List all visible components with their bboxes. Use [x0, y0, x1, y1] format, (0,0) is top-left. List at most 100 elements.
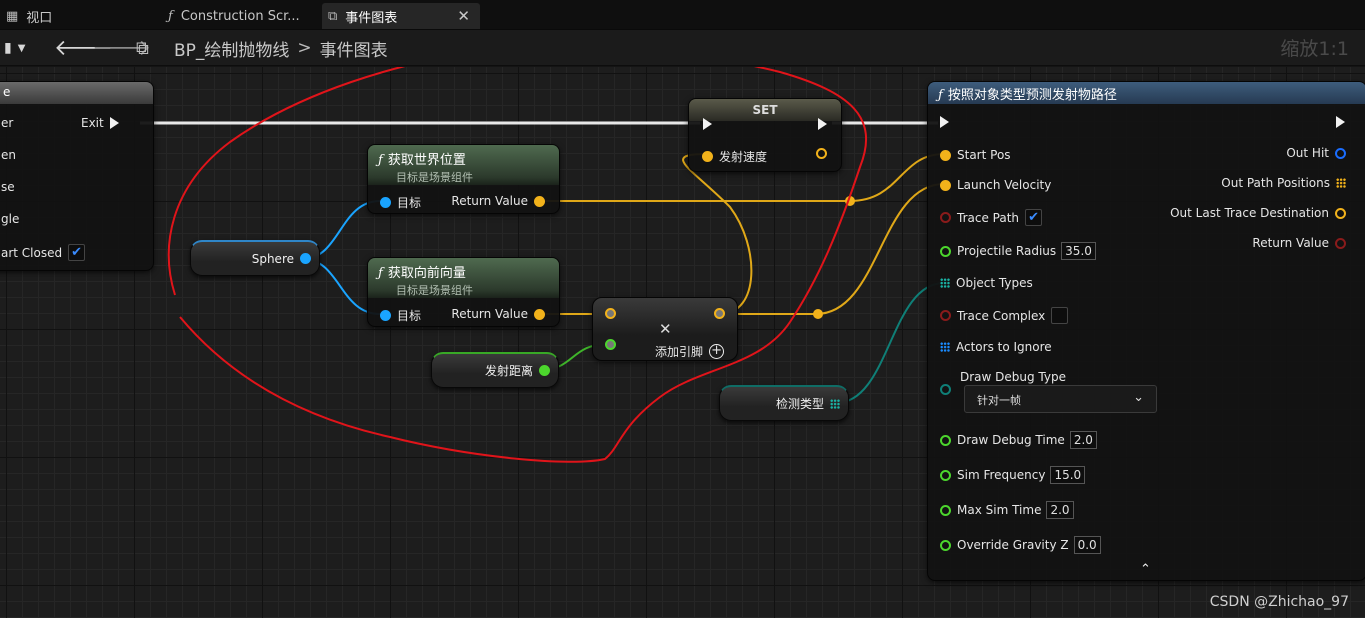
return-value-pin[interactable]: Return Value [451, 194, 545, 208]
sim-frequency-pin[interactable]: Sim Frequency 15.0 [940, 466, 1086, 484]
bookmark-dropdown-button[interactable]: ▮ ▼ [4, 36, 25, 60]
object-types-pin[interactable]: Object Types [940, 276, 1033, 290]
set-variable-node[interactable]: SET 发射速度 [688, 98, 842, 172]
sim-frequency-value[interactable]: 15.0 [1050, 466, 1086, 484]
out-hit-pin[interactable]: Out Hit [1286, 146, 1346, 160]
wire-reroute-knot [845, 196, 855, 206]
tab-label: 事件图表 [345, 10, 398, 26]
exec-out-pin[interactable]: Exit [81, 116, 119, 130]
projectile-radius-value[interactable]: 35.0 [1061, 242, 1096, 260]
collapse-advanced-icon[interactable]: ⌃ [1140, 562, 1151, 577]
launch-distance-variable-node[interactable]: 发射距离 [431, 352, 559, 388]
float-pin-icon [940, 245, 951, 257]
tab-event-graph[interactable]: ⧉ 事件图表 ✕ [322, 3, 480, 29]
trace-path-pin[interactable]: Trace Path ✔ [940, 209, 1043, 226]
tab-construction-script[interactable]: ƒ Construction Scr... [162, 3, 320, 29]
trace-path-checkbox[interactable]: ✔ [1025, 209, 1043, 226]
add-pin-button[interactable]: 添加引脚 + [655, 343, 725, 360]
array-pin-icon [940, 342, 950, 352]
start-pos-pin[interactable]: Start Pos [940, 148, 1011, 162]
max-sim-time-value[interactable]: 2.0 [1046, 501, 1074, 519]
multiply-node[interactable]: ✕ 添加引脚 + [592, 297, 738, 361]
float-pin-icon [539, 365, 550, 376]
pin-label: Return Value [451, 194, 528, 208]
vector-pin-icon [940, 149, 951, 161]
pin-label: Launch Velocity [957, 178, 1052, 192]
pin-label: Trace Complex [957, 308, 1046, 323]
breadcrumb-graph[interactable]: 事件图表 [320, 36, 388, 61]
wire-reroute-knot [813, 309, 823, 319]
pin-label: Override Gravity Z [957, 538, 1069, 552]
start-closed-pin: art Closed ✔ [1, 244, 86, 261]
select-value: 针对一帧 [977, 394, 1021, 407]
variable-label: 检测类型 [775, 397, 824, 411]
launch-speed-out-pin[interactable] [816, 148, 827, 159]
out-last-trace-destination-pin[interactable]: Out Last Trace Destination [1170, 206, 1346, 220]
close-icon[interactable]: ✕ [457, 7, 470, 25]
pin-label: Start Pos [957, 148, 1011, 162]
pin-label: 发射速度 [719, 150, 768, 164]
node-header: ƒ 按照对象类型预测发射物路径 [928, 82, 1365, 104]
exec-in-pin[interactable] [703, 118, 712, 130]
target-pin[interactable]: 目标 [380, 194, 421, 211]
array-pin-icon [830, 398, 840, 409]
launch-velocity-pin[interactable]: Launch Velocity [940, 178, 1051, 192]
vector-wire [682, 153, 753, 315]
node-title: ƒ 获取向前向量 [378, 262, 549, 281]
draw-debug-time-value[interactable]: 2.0 [1069, 431, 1097, 449]
target-pin[interactable]: 目标 [380, 307, 421, 324]
exec-out-pin[interactable] [1336, 116, 1345, 128]
pin-label: Return Value [451, 307, 528, 321]
exec-pin-icon [1336, 116, 1345, 128]
graph-canvas[interactable]: e Exit er en se gle art Closed ✔ SET 发射速度… [0, 67, 1365, 618]
node-title: ƒ 按照对象类型预测发射物路径 [938, 84, 1356, 103]
exec-pin-icon [703, 118, 712, 130]
exec-out-pin[interactable] [818, 118, 827, 130]
flow-control-node[interactable]: e Exit er en se gle art Closed ✔ [0, 81, 154, 271]
multiply-output-pin[interactable] [714, 308, 725, 319]
launch-speed-pin[interactable]: 发射速度 [702, 148, 767, 165]
chevron-down-icon: ▼ [17, 42, 26, 54]
trace-complex-pin[interactable]: Trace Complex [940, 307, 1069, 324]
breadcrumb-blueprint[interactable]: BP_绘制抛物线 [174, 36, 289, 61]
actors-to-ignore-pin[interactable]: Actors to Ignore [940, 340, 1052, 354]
exec-pin-icon [109, 117, 119, 129]
get-world-location-node[interactable]: ƒ 获取世界位置 目标是场景组件 目标 Return Value [367, 144, 560, 214]
object-pin-icon [380, 197, 391, 208]
start-closed-checkbox[interactable]: ✔ [68, 244, 86, 261]
struct-pin-icon [1335, 147, 1346, 159]
tab-viewport[interactable]: ▦ 视口 [0, 3, 160, 29]
variable-label: Sphere [251, 251, 294, 266]
override-gravity-z-pin[interactable]: Override Gravity Z 0.0 [940, 536, 1101, 554]
sphere-variable-node[interactable]: Sphere [190, 240, 320, 276]
get-forward-vector-node[interactable]: ƒ 获取向前向量 目标是场景组件 目标 Return Value [367, 257, 560, 327]
trace-complex-checkbox[interactable] [1051, 307, 1069, 324]
pin-label: Exit [81, 116, 104, 130]
draw-debug-time-pin[interactable]: Draw Debug Time 2.0 [940, 431, 1097, 449]
tab-label: Construction Scr... [180, 8, 300, 24]
graph-icon: ⧉ [136, 37, 149, 59]
vector-pin-icon [534, 195, 545, 207]
multiply-input-b-pin[interactable] [605, 339, 616, 350]
return-value-pin[interactable]: Return Value [451, 307, 545, 321]
pin-label: Max Sim Time [957, 503, 1042, 517]
object-pin-icon [300, 253, 311, 264]
draw-debug-type-select[interactable]: 针对一帧 ⌄ [964, 385, 1157, 413]
projectile-radius-pin[interactable]: Projectile Radius 35.0 [940, 242, 1096, 260]
multiply-input-a-pin[interactable] [605, 308, 616, 319]
vector-pin-icon [940, 179, 951, 191]
exec-in-pin[interactable] [940, 116, 949, 128]
bool-pin-icon [1335, 237, 1346, 249]
draw-debug-type-pin[interactable] [940, 384, 957, 395]
pin-label: Projectile Radius [957, 244, 1057, 258]
variable-label: 发射距离 [484, 364, 533, 378]
detect-type-variable-node[interactable]: 检测类型 [719, 385, 849, 421]
pin-label: Out Path Positions [1221, 176, 1330, 190]
max-sim-time-pin[interactable]: Max Sim Time 2.0 [940, 501, 1074, 519]
out-path-positions-pin[interactable]: Out Path Positions [1221, 176, 1346, 190]
zoom-level: 缩放1:1 [1280, 38, 1349, 60]
return-value-pin[interactable]: Return Value [1252, 236, 1346, 250]
override-gravity-z-value[interactable]: 0.0 [1073, 536, 1101, 554]
predict-projectile-path-node[interactable]: ƒ 按照对象类型预测发射物路径 Start Pos Launch Velocity… [927, 81, 1365, 581]
title-text: 按照对象类型预测发射物路径 [947, 88, 1117, 103]
